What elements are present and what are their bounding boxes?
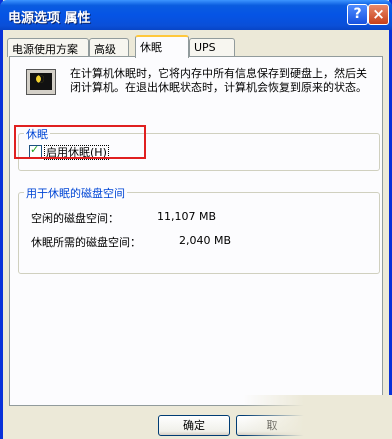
- free-space-row: 空闲的磁盘空间： 11,107 MB: [31, 210, 216, 226]
- highlight-box: [14, 125, 146, 159]
- help-icon: ?: [353, 6, 362, 22]
- tab-ups[interactable]: UPS: [189, 38, 235, 57]
- disk-space-group: 用于休眠的磁盘空间 空闲的磁盘空间： 11,107 MB 休眠所需的磁盘空间： …: [18, 185, 380, 274]
- help-button[interactable]: ?: [347, 4, 368, 25]
- watermark-fade: [243, 395, 392, 439]
- close-icon: ×: [372, 5, 385, 23]
- required-space-label: 休眠所需的磁盘空间：: [31, 236, 141, 249]
- intro-text: 在计算机休眠时，它将内存中所有信息保存到硬盘上，然后关闭计算机。在退出休眠状态时…: [70, 67, 367, 94]
- tab-panel: 在计算机休眠时，它将内存中所有信息保存到硬盘上，然后关闭计算机。在退出休眠状态时…: [9, 56, 383, 406]
- window-title: 电源选项 属性: [8, 11, 91, 26]
- tab-advanced[interactable]: 高级: [89, 38, 129, 57]
- free-space-value: 11,107 MB: [157, 210, 217, 223]
- power-options-dialog: 电源选项 属性 ? × 电源使用方案 高级 休眠 UPS 在计算机休眠时，它将内…: [0, 0, 392, 439]
- tab-hibernate[interactable]: 休眠: [135, 35, 189, 58]
- required-space-value: 2,040 MB: [179, 234, 232, 247]
- required-space-row: 休眠所需的磁盘空间： 2,040 MB: [31, 234, 231, 250]
- disk-space-group-title: 用于休眠的磁盘空间: [24, 185, 127, 201]
- tab-power-schemes[interactable]: 电源使用方案: [7, 38, 89, 57]
- free-space-label: 空闲的磁盘空间：: [31, 212, 119, 225]
- title-bar[interactable]: 电源选项 属性 ? ×: [0, 0, 392, 30]
- ok-button[interactable]: 确定: [158, 415, 230, 436]
- close-button[interactable]: ×: [368, 4, 389, 25]
- hibernate-monitor-icon: [26, 69, 56, 95]
